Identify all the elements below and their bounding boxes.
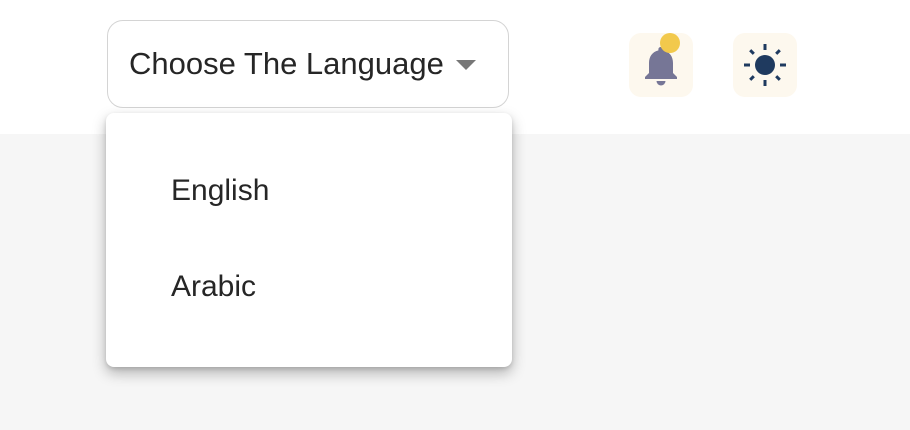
sun-icon xyxy=(744,44,786,86)
language-select-label: Choose The Language xyxy=(129,46,444,81)
notification-badge xyxy=(660,33,680,53)
language-select[interactable]: Choose The Language xyxy=(107,20,509,108)
language-option-arabic[interactable]: Arabic xyxy=(171,270,256,304)
theme-toggle-button[interactable] xyxy=(733,33,797,97)
language-option-english[interactable]: English xyxy=(171,174,269,208)
notifications-button[interactable] xyxy=(629,33,693,97)
caret-down-icon xyxy=(456,60,476,70)
language-dropdown-menu: English Arabic xyxy=(106,113,512,367)
